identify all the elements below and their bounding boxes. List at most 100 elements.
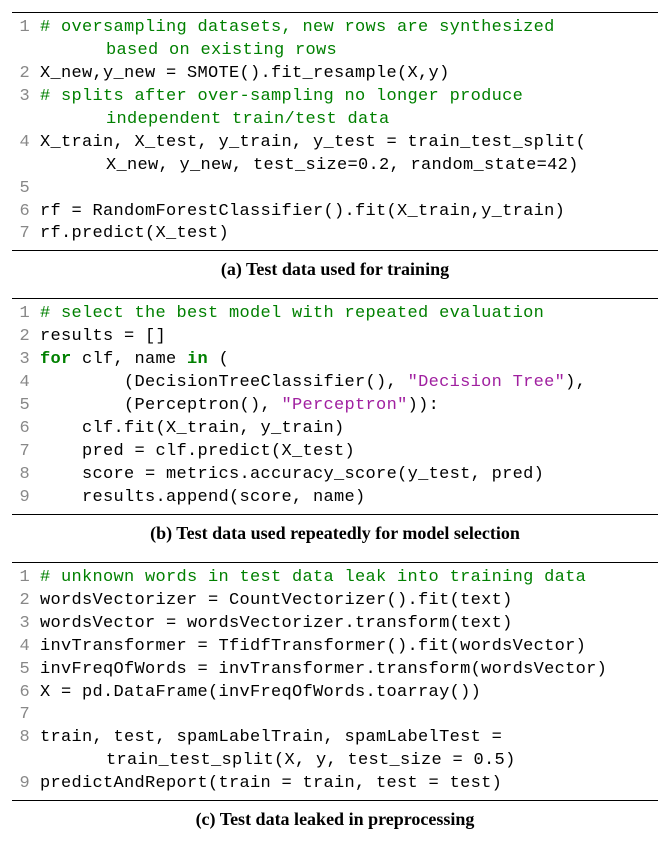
line-number: 2 [12,590,40,613]
code-text: rf = RandomForestClassifier().fit(X_trai… [40,201,658,224]
code-line: 2X_new,y_new = SMOTE().fit_resample(X,y) [12,63,658,86]
code-line: 2wordsVectorizer = CountVectorizer().fit… [12,590,658,613]
code-token: wordsVector = wordsVectorizer.transform(… [40,614,513,633]
code-text: # select the best model with repeated ev… [40,303,658,326]
code-token: # splits after over-sampling no longer p… [40,87,523,106]
code-line: 5 [12,178,658,201]
code-line: 4invTransformer = TfidfTransformer().fit… [12,636,658,659]
code-line: 7 pred = clf.predict(X_test) [12,441,658,464]
code-line: 3# splits after over-sampling no longer … [12,86,658,109]
line-number: 6 [12,682,40,705]
code-line: 9 results.append(score, name) [12,487,658,510]
code-text: rf.predict(X_test) [40,223,658,246]
code-text: for clf, name in ( [40,349,658,372]
code-line: 1# select the best model with repeated e… [12,303,658,326]
code-text: wordsVectorizer = CountVectorizer().fit(… [40,590,658,613]
line-number: 5 [12,178,40,201]
code-token: clf.fit(X_train, y_train) [40,419,345,438]
code-line: 8 score = metrics.accuracy_score(y_test,… [12,464,658,487]
code-token: train, test, spamLabelTrain, spamLabelTe… [40,728,502,747]
code-text: invTransformer = TfidfTransformer().fit(… [40,636,658,659]
code-token: )): [408,396,440,415]
code-line: 5 (Perceptron(), "Perceptron")): [12,395,658,418]
code-line: 1# unknown words in test data leak into … [12,567,658,590]
line-number: 3 [12,349,40,372]
code-listing: 1# select the best model with repeated e… [12,303,658,509]
caption: (a) Test data used for training [12,255,658,294]
code-token: invFreqOfWords = invTransformer.transfor… [40,660,607,679]
code-token: # unknown words in test data leak into t… [40,568,586,587]
line-number: 5 [12,659,40,682]
code-line-continuation: independent train/test data [12,109,658,132]
code-token: (DecisionTreeClassifier(), [40,373,408,392]
line-number: 7 [12,441,40,464]
code-text [40,704,658,727]
code-text: # splits after over-sampling no longer p… [40,86,658,109]
code-text: (Perceptron(), "Perceptron")): [40,395,658,418]
code-text [40,178,658,201]
code-line: 1# oversampling datasets, new rows are s… [12,17,658,40]
code-token: invTransformer = TfidfTransformer().fit(… [40,637,586,656]
code-line: 5invFreqOfWords = invTransformer.transfo… [12,659,658,682]
code-text: train_test_split(X, y, test_size = 0.5) [40,750,658,773]
code-text: X_train, X_test, y_train, y_test = train… [40,132,658,155]
code-token: X_new,y_new = SMOTE().fit_resample(X,y) [40,64,450,83]
line-number: 1 [12,303,40,326]
code-text: # oversampling datasets, new rows are sy… [40,17,658,40]
code-text: results.append(score, name) [40,487,658,510]
code-line: 2results = [] [12,326,658,349]
code-token: "Perceptron" [282,396,408,415]
code-text: clf.fit(X_train, y_train) [40,418,658,441]
code-token: score = metrics.accuracy_score(y_test, p… [40,465,544,484]
code-token: results = [] [40,327,166,346]
line-number: 5 [12,395,40,418]
caption: (c) Test data leaked in preprocessing [12,805,658,844]
line-number: 3 [12,613,40,636]
code-text: # unknown words in test data leak into t… [40,567,658,590]
code-line: 8train, test, spamLabelTrain, spamLabelT… [12,727,658,750]
code-token: (Perceptron(), [40,396,282,415]
line-number: 2 [12,63,40,86]
code-token [40,179,51,198]
code-token: pred = clf.predict(X_test) [40,442,355,461]
rule [12,12,658,13]
code-token: rf = RandomForestClassifier().fit(X_trai… [40,202,565,221]
line-number: 4 [12,132,40,155]
line-number: 4 [12,636,40,659]
code-token: independent train/test data [106,110,390,129]
line-number: 2 [12,326,40,349]
line-number: 1 [12,17,40,40]
code-line: 9predictAndReport(train = train, test = … [12,773,658,796]
code-line: 6X = pd.DataFrame(invFreqOfWords.toarray… [12,682,658,705]
code-line-continuation: train_test_split(X, y, test_size = 0.5) [12,750,658,773]
code-token: X_train, X_test, y_train, y_test = train… [40,133,586,152]
code-token: X_new, y_new, test_size=0.2, random_stat… [106,156,579,175]
code-listing: 1# unknown words in test data leak into … [12,567,658,796]
line-number: 9 [12,487,40,510]
line-number: 9 [12,773,40,796]
line-number: 3 [12,86,40,109]
code-text: X = pd.DataFrame(invFreqOfWords.toarray(… [40,682,658,705]
line-number: 4 [12,372,40,395]
code-token: in [187,350,208,369]
code-text: results = [] [40,326,658,349]
code-line: 7 [12,704,658,727]
code-line: 4X_train, X_test, y_train, y_test = trai… [12,132,658,155]
code-line-continuation: X_new, y_new, test_size=0.2, random_stat… [12,155,658,178]
code-text: predictAndReport(train = train, test = t… [40,773,658,796]
code-token: based on existing rows [106,41,337,60]
code-line: 3for clf, name in ( [12,349,658,372]
code-text: train, test, spamLabelTrain, spamLabelTe… [40,727,658,750]
code-listing: 1# oversampling datasets, new rows are s… [12,17,658,246]
code-token: clf, name [72,350,188,369]
code-line: 3wordsVector = wordsVectorizer.transform… [12,613,658,636]
line-number: 6 [12,201,40,224]
code-token: # oversampling datasets, new rows are sy… [40,18,555,37]
rule [12,250,658,251]
code-line: 7rf.predict(X_test) [12,223,658,246]
line-number: 8 [12,464,40,487]
code-token: for [40,350,72,369]
code-token: predictAndReport(train = train, test = t… [40,774,502,793]
code-line: 4 (DecisionTreeClassifier(), "Decision T… [12,372,658,395]
code-text: based on existing rows [40,40,658,63]
